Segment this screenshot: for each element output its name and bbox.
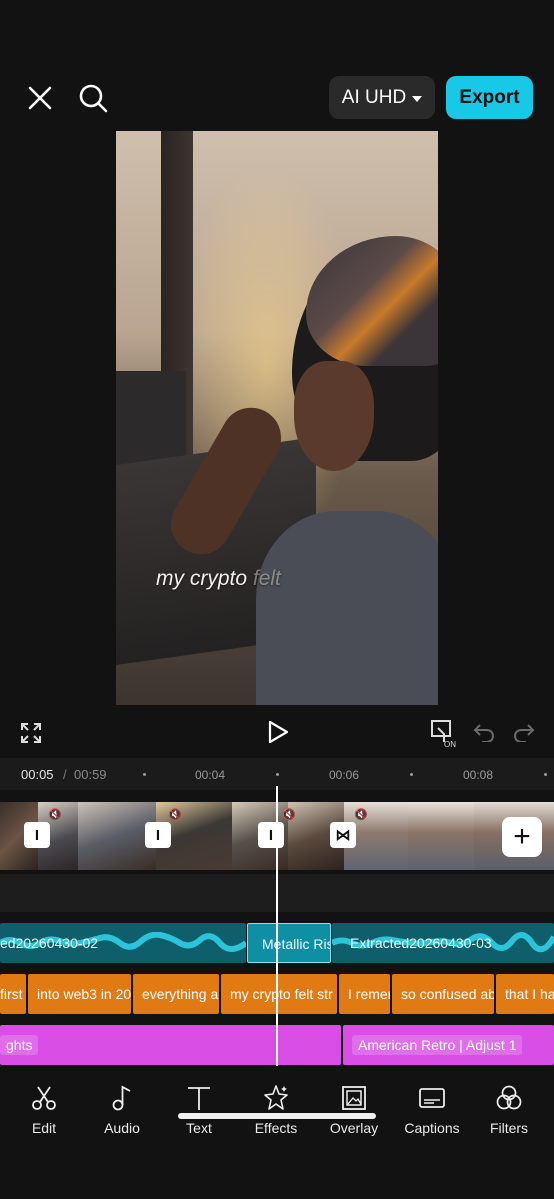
tick-dot: [143, 773, 146, 776]
fullscreen-icon[interactable]: [16, 718, 46, 748]
home-indicator: [178, 1113, 376, 1119]
caption-clip[interactable]: I remem: [339, 974, 390, 1014]
total-time: 00:59: [74, 767, 107, 782]
transition-marker[interactable]: I: [24, 822, 50, 848]
player-controls: ON: [0, 712, 554, 752]
export-button[interactable]: Export: [446, 76, 533, 119]
tick-dot: [276, 773, 279, 776]
resolution-label: AI UHD: [341, 86, 407, 108]
text-icon: [188, 1087, 210, 1110]
audio-clip[interactable]: Extracted20260430-03: [332, 923, 554, 963]
top-bar: AI UHD Export: [0, 70, 554, 126]
caption-clip[interactable]: everything a: [133, 974, 219, 1014]
tick-label: 00:08: [463, 768, 494, 782]
text-overlay[interactable]: my crypto felt: [156, 567, 281, 591]
close-icon[interactable]: [20, 78, 60, 118]
tick-label: 00:04: [195, 768, 226, 782]
sparkle-star-icon: [264, 1085, 288, 1110]
caret-down-icon: [412, 95, 423, 102]
caption-clip[interactable]: so confused ab: [392, 974, 494, 1014]
play-icon[interactable]: [262, 716, 294, 748]
filter-clip[interactable]: American Retro | Adjust 1: [343, 1025, 554, 1065]
bottom-toolbar: Edit Audio Text Effects Overlay Captions…: [0, 1068, 554, 1199]
resolution-dropdown[interactable]: AI UHD: [329, 76, 435, 119]
current-time: 00:05: [21, 767, 54, 782]
audio-clip[interactable]: ed20260430-02: [0, 923, 246, 963]
transition-marker[interactable]: I: [145, 822, 171, 848]
caption-clip[interactable]: that I ha: [496, 974, 554, 1014]
sound-effect-clip[interactable]: Metallic Ris: [247, 923, 331, 963]
filters-icon: [496, 1085, 522, 1110]
tick-dot: [544, 773, 547, 776]
transition-marker[interactable]: I: [258, 822, 284, 848]
time-separator: /: [63, 767, 67, 782]
caption-clip[interactable]: my crypto felt str: [221, 974, 337, 1014]
scissors-icon: [32, 1086, 56, 1110]
redo-icon[interactable]: [510, 718, 538, 746]
undo-icon[interactable]: [470, 718, 498, 746]
muted-icon: 🔇: [48, 809, 62, 821]
svg-text:ON: ON: [444, 740, 456, 748]
muted-icon: 🔇: [282, 809, 296, 821]
tool-edit[interactable]: Edit: [9, 1084, 79, 1144]
transition-bowtie-icon[interactable]: ⋈: [330, 822, 356, 848]
tick-dot: [410, 773, 413, 776]
playhead[interactable]: [276, 786, 278, 1066]
tool-audio[interactable]: Audio: [87, 1084, 157, 1144]
muted-icon: 🔇: [168, 809, 182, 821]
music-note-icon: [112, 1085, 131, 1111]
overlay-image-icon: [342, 1086, 366, 1110]
tick-label: 00:06: [329, 768, 360, 782]
captions-icon: [419, 1088, 445, 1108]
filter-clip[interactable]: ghts: [0, 1025, 341, 1065]
video-frame[interactable]: [408, 802, 474, 870]
caption-clip[interactable]: into web3 in 20: [28, 974, 131, 1014]
muted-icon: 🔇: [354, 809, 368, 821]
caption-clip[interactable]: first: [0, 974, 26, 1014]
add-clip-button[interactable]: +: [502, 817, 542, 857]
tool-filters[interactable]: Filters: [474, 1084, 544, 1144]
search-icon[interactable]: [72, 78, 114, 118]
video-preview[interactable]: my crypto felt: [116, 131, 438, 705]
tool-captions[interactable]: Captions: [397, 1084, 467, 1144]
proxy-toggle-icon[interactable]: ON: [427, 716, 461, 750]
